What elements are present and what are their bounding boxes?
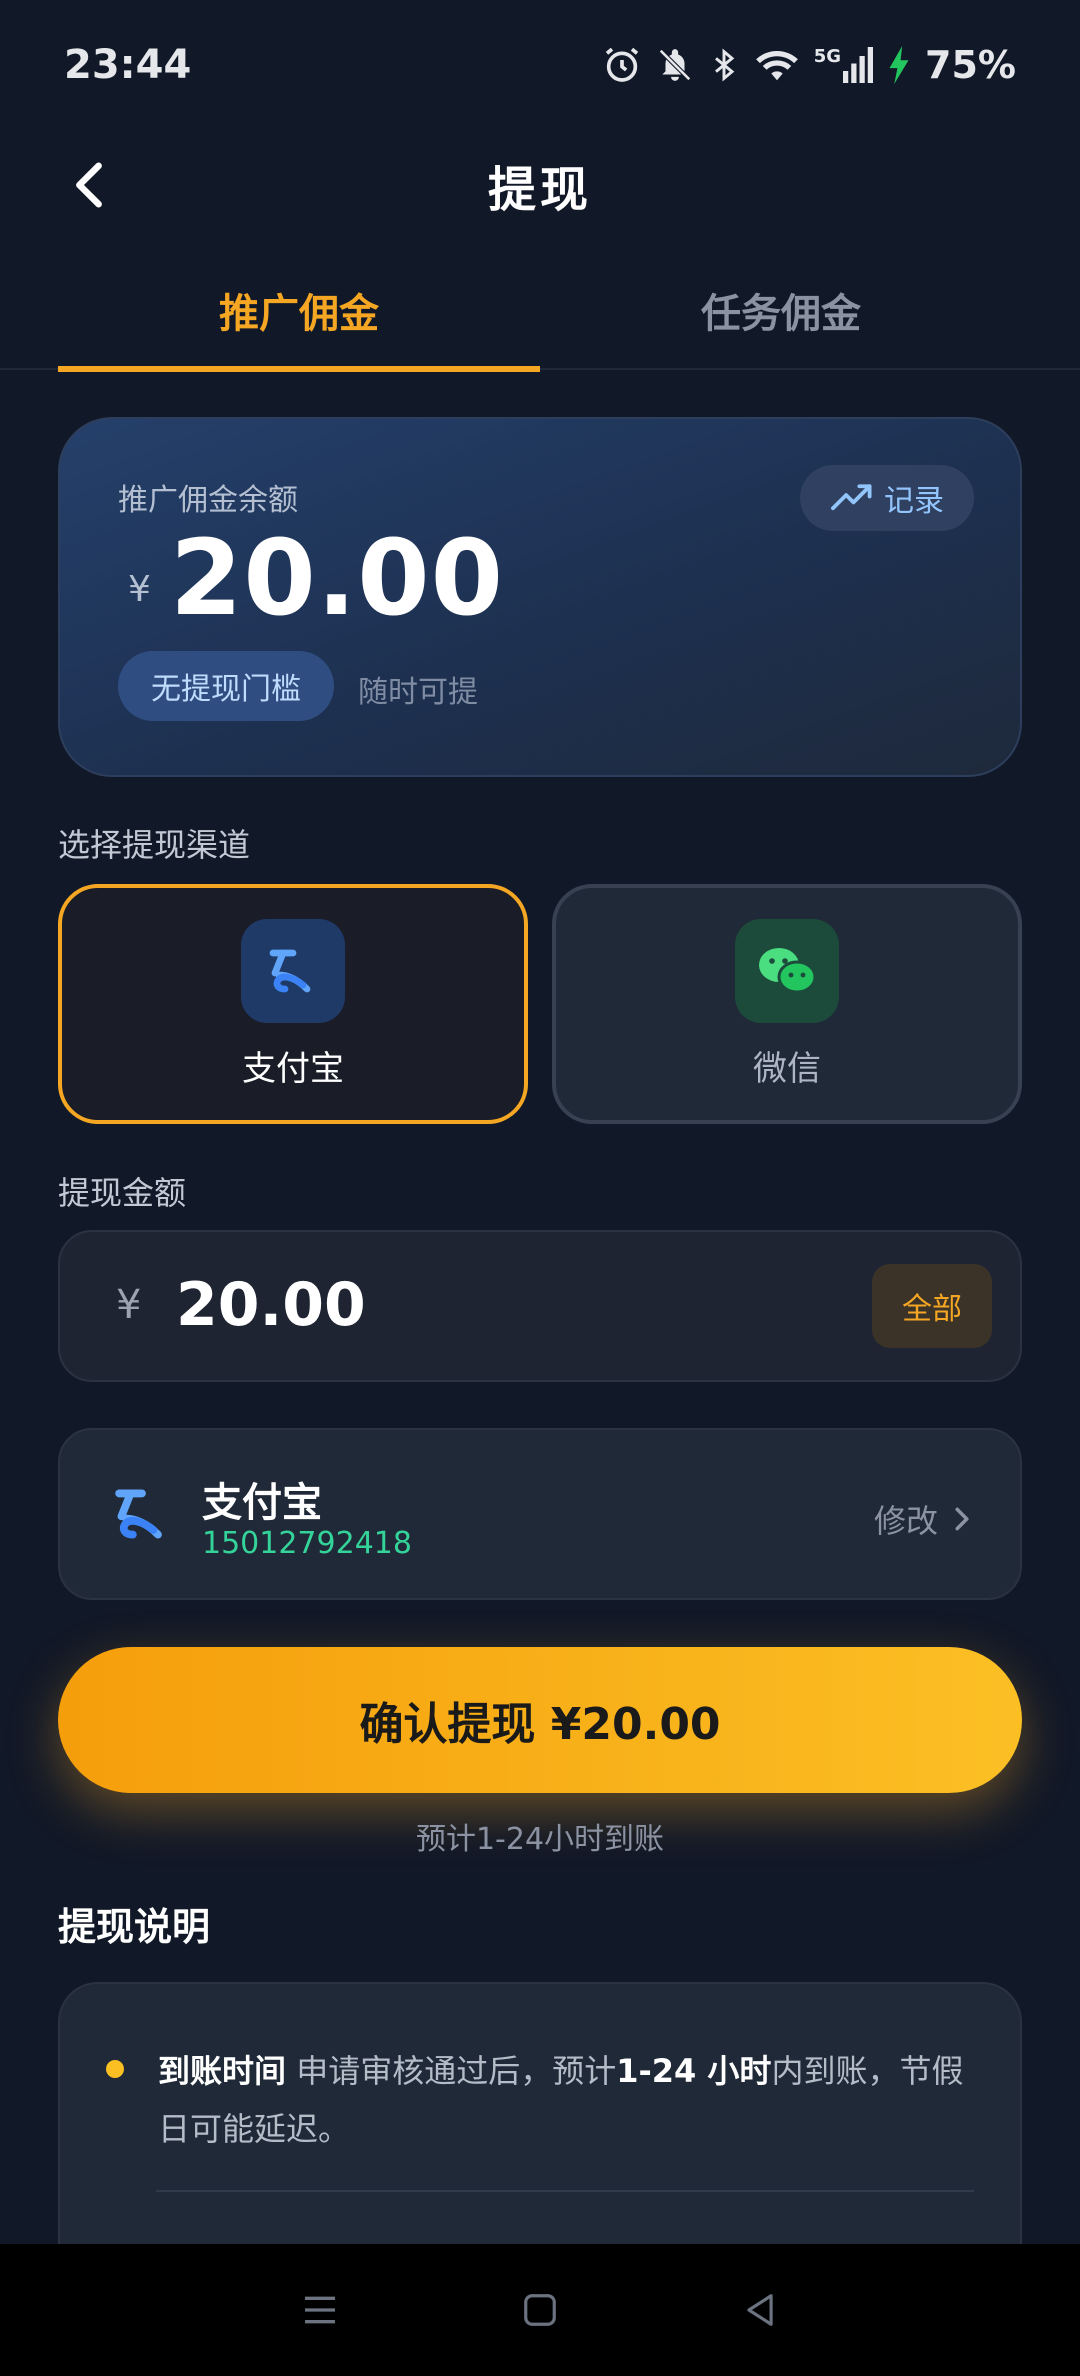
charging-icon: [887, 46, 911, 84]
balance-currency: ¥: [128, 569, 151, 610]
bell-off-icon: [656, 46, 694, 84]
explanation-text: 到账时间 申请审核通过后，预计1-24 小时内到账，节假日可能延迟。: [158, 2042, 986, 2158]
battery-percent: 75%: [925, 43, 1016, 87]
system-nav-bar: [0, 2244, 1080, 2376]
page-title: 提现: [487, 162, 592, 218]
amount-section-label: 提现金额: [58, 1174, 187, 1212]
back-nav-button[interactable]: [730, 2280, 790, 2340]
withdraw-all-button[interactable]: 全部: [872, 1264, 992, 1348]
wifi-icon: [754, 46, 800, 84]
record-button[interactable]: 记录: [800, 465, 974, 531]
trending-up-icon: [831, 484, 872, 511]
explanation-highlight: 1-24 小时: [616, 2052, 772, 2090]
channel-wechat[interactable]: 微信: [552, 884, 1022, 1124]
no-threshold-badge: 无提现门槛: [118, 651, 334, 721]
alipay-icon: [110, 1484, 174, 1548]
balance-amount: 20.00: [170, 517, 504, 639]
home-square-icon: [524, 2294, 556, 2326]
channel-wechat-label: 微信: [753, 1048, 821, 1089]
divider: [156, 2190, 974, 2192]
signal-icon: 5G: [813, 46, 874, 84]
status-icons: 5G 75%: [602, 43, 1016, 87]
tab-task-commission[interactable]: 任务佣金: [540, 250, 1022, 370]
chevron-left-icon: [76, 162, 102, 208]
explanation-text-before: 申请审核通过后，预计: [296, 2052, 617, 2090]
explanation-title: 提现说明: [58, 1905, 211, 1949]
menu-icon: [305, 2296, 335, 2324]
channel-section-label: 选择提现渠道: [58, 826, 251, 864]
balance-label: 推广佣金余额: [118, 483, 298, 518]
channel-alipay-label: 支付宝: [242, 1048, 344, 1089]
modify-label: 修改: [873, 1502, 938, 1540]
alarm-icon: [602, 45, 642, 85]
amount-input[interactable]: ¥ 20.00 全部: [58, 1230, 1022, 1382]
explanation-item: 到账时间 申请审核通过后，预计1-24 小时内到账，节假日可能延迟。: [106, 2042, 986, 2158]
withdraw-anytime-note: 随时可提: [358, 675, 478, 710]
tab-promotion-commission[interactable]: 推广佣金: [58, 250, 540, 372]
balance-card: 推广佣金余额 记录 ¥ 20.00 无提现门槛 随时可提: [58, 417, 1022, 777]
menu-nav-button[interactable]: [290, 2280, 350, 2340]
home-nav-button[interactable]: [510, 2280, 570, 2340]
back-triangle-icon: [747, 2294, 773, 2326]
bluetooth-icon: [708, 46, 740, 84]
alipay-icon: [241, 918, 345, 1023]
wechat-icon: [735, 918, 839, 1023]
chevron-right-icon: [955, 1507, 969, 1531]
network-type: 5G: [813, 46, 842, 67]
explanation-heading: 到账时间: [158, 2052, 287, 2090]
account-name: 支付宝: [202, 1480, 322, 1526]
account-phone: 15012792418: [202, 1526, 412, 1561]
account-row[interactable]: 支付宝 15012792418 修改: [58, 1428, 1022, 1600]
channel-alipay[interactable]: 支付宝: [58, 884, 528, 1124]
header: 提现: [0, 130, 1080, 240]
arrival-estimate-note: 预计1-24小时到账: [415, 1822, 665, 1857]
amount-currency: ¥: [116, 1282, 142, 1328]
status-time: 23:44: [64, 42, 192, 88]
record-label: 记录: [884, 484, 944, 519]
tab-bar: 推广佣金 任务佣金: [0, 250, 1080, 372]
modify-account-button[interactable]: 修改: [874, 1496, 970, 1542]
back-button[interactable]: [56, 152, 122, 218]
bullet-dot: [106, 2060, 124, 2078]
status-bar: 23:44 5G 75%: [0, 0, 1080, 130]
amount-value[interactable]: 20.00: [176, 1270, 366, 1340]
confirm-withdraw-button[interactable]: 确认提现 ¥20.00: [58, 1647, 1022, 1793]
